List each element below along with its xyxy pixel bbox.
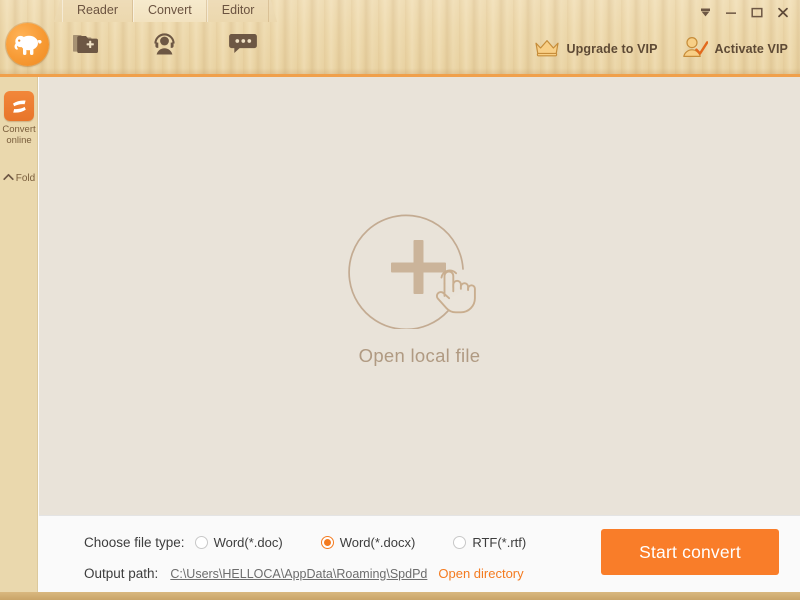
upgrade-to-vip-button[interactable]: Upgrade to VIP xyxy=(534,37,658,60)
crown-icon xyxy=(534,37,560,60)
activate-vip-label: Activate VIP xyxy=(714,41,788,56)
radio-word-doc[interactable]: Word(*.doc) xyxy=(194,535,283,550)
feedback-bubble-icon[interactable] xyxy=(226,28,260,58)
application-window: Reader Convert Editor Upgrade to VIP Act… xyxy=(0,0,800,600)
window-controls xyxy=(694,3,794,21)
minimize-button[interactable] xyxy=(720,3,742,21)
output-path-row: Output path: C:\Users\HELLOCA\AppData\Ro… xyxy=(84,566,524,581)
chevron-up-icon xyxy=(3,173,14,184)
maximize-button[interactable] xyxy=(746,3,768,21)
radio-word-docx[interactable]: Word(*.docx) xyxy=(320,535,416,550)
vip-actions: Upgrade to VIP Activate VIP xyxy=(534,36,788,61)
open-directory-link[interactable]: Open directory xyxy=(438,566,523,581)
add-folder-icon[interactable] xyxy=(70,28,104,58)
swap-arrows-icon xyxy=(4,91,34,121)
convert-online-button[interactable]: Convert online xyxy=(0,91,38,146)
radio-rtf-dot xyxy=(453,536,467,549)
fold-button[interactable]: Fold xyxy=(0,173,38,184)
radio-rtf[interactable]: RTF(*.rtf) xyxy=(453,535,526,550)
elephant-logo-icon[interactable] xyxy=(6,23,49,66)
fold-label: Fold xyxy=(15,173,36,184)
activate-vip-button[interactable]: Activate VIP xyxy=(682,36,788,61)
dropzone-content: Open local file xyxy=(300,207,540,367)
convert-online-label: Convert online xyxy=(0,124,38,146)
tab-editor[interactable]: Editor xyxy=(206,0,270,22)
file-type-row: Choose file type: Word(*.doc) Word(*.doc… xyxy=(84,535,526,550)
tab-reader[interactable]: Reader xyxy=(62,0,133,22)
file-type-label: Choose file type: xyxy=(84,535,185,550)
start-convert-button[interactable]: Start convert xyxy=(601,529,779,575)
tab-editor-label: Editor xyxy=(221,3,255,17)
plus-circle-icon[interactable] xyxy=(345,207,495,331)
radio-word-docx-dot xyxy=(320,536,334,549)
tab-convert[interactable]: Convert xyxy=(133,0,207,22)
radio-word-docx-label: Word(*.docx) xyxy=(339,535,416,550)
open-local-file-label: Open local file xyxy=(358,345,481,366)
title-bar: Reader Convert Editor Upgrade to VIP Act… xyxy=(0,0,800,77)
output-path-value[interactable]: C:\Users\HELLOCA\AppData\Roaming\SpdPd xyxy=(170,567,427,581)
upgrade-to-vip-label: Upgrade to VIP xyxy=(566,41,658,56)
main-tabs: Reader Convert Editor xyxy=(62,0,270,22)
window-bottom-strip xyxy=(0,592,800,600)
convert-online-label-line2: online xyxy=(6,135,32,146)
pointing-hand-icon xyxy=(435,270,476,314)
open-local-file-dropzone[interactable]: Open local file xyxy=(39,77,800,515)
tab-convert-label: Convert xyxy=(148,3,192,17)
support-agent-icon[interactable] xyxy=(148,28,182,58)
output-path-label: Output path: xyxy=(84,566,159,581)
bottom-options-panel: Choose file type: Word(*.doc) Word(*.doc… xyxy=(39,515,800,592)
convert-online-label-line1: Convert xyxy=(2,124,36,135)
close-button[interactable] xyxy=(772,3,794,21)
user-check-icon xyxy=(682,36,708,61)
header-toolbar xyxy=(70,28,260,58)
tab-reader-label: Reader xyxy=(77,3,118,17)
file-type-radio-group: Word(*.doc) Word(*.docx) RTF(*.rtf) xyxy=(194,535,526,550)
pin-button[interactable] xyxy=(694,3,716,21)
left-sidebar: Convert online Fold xyxy=(0,77,38,592)
radio-word-doc-label: Word(*.doc) xyxy=(213,535,283,550)
radio-rtf-label: RTF(*.rtf) xyxy=(472,535,527,550)
radio-word-doc-dot xyxy=(194,536,208,549)
